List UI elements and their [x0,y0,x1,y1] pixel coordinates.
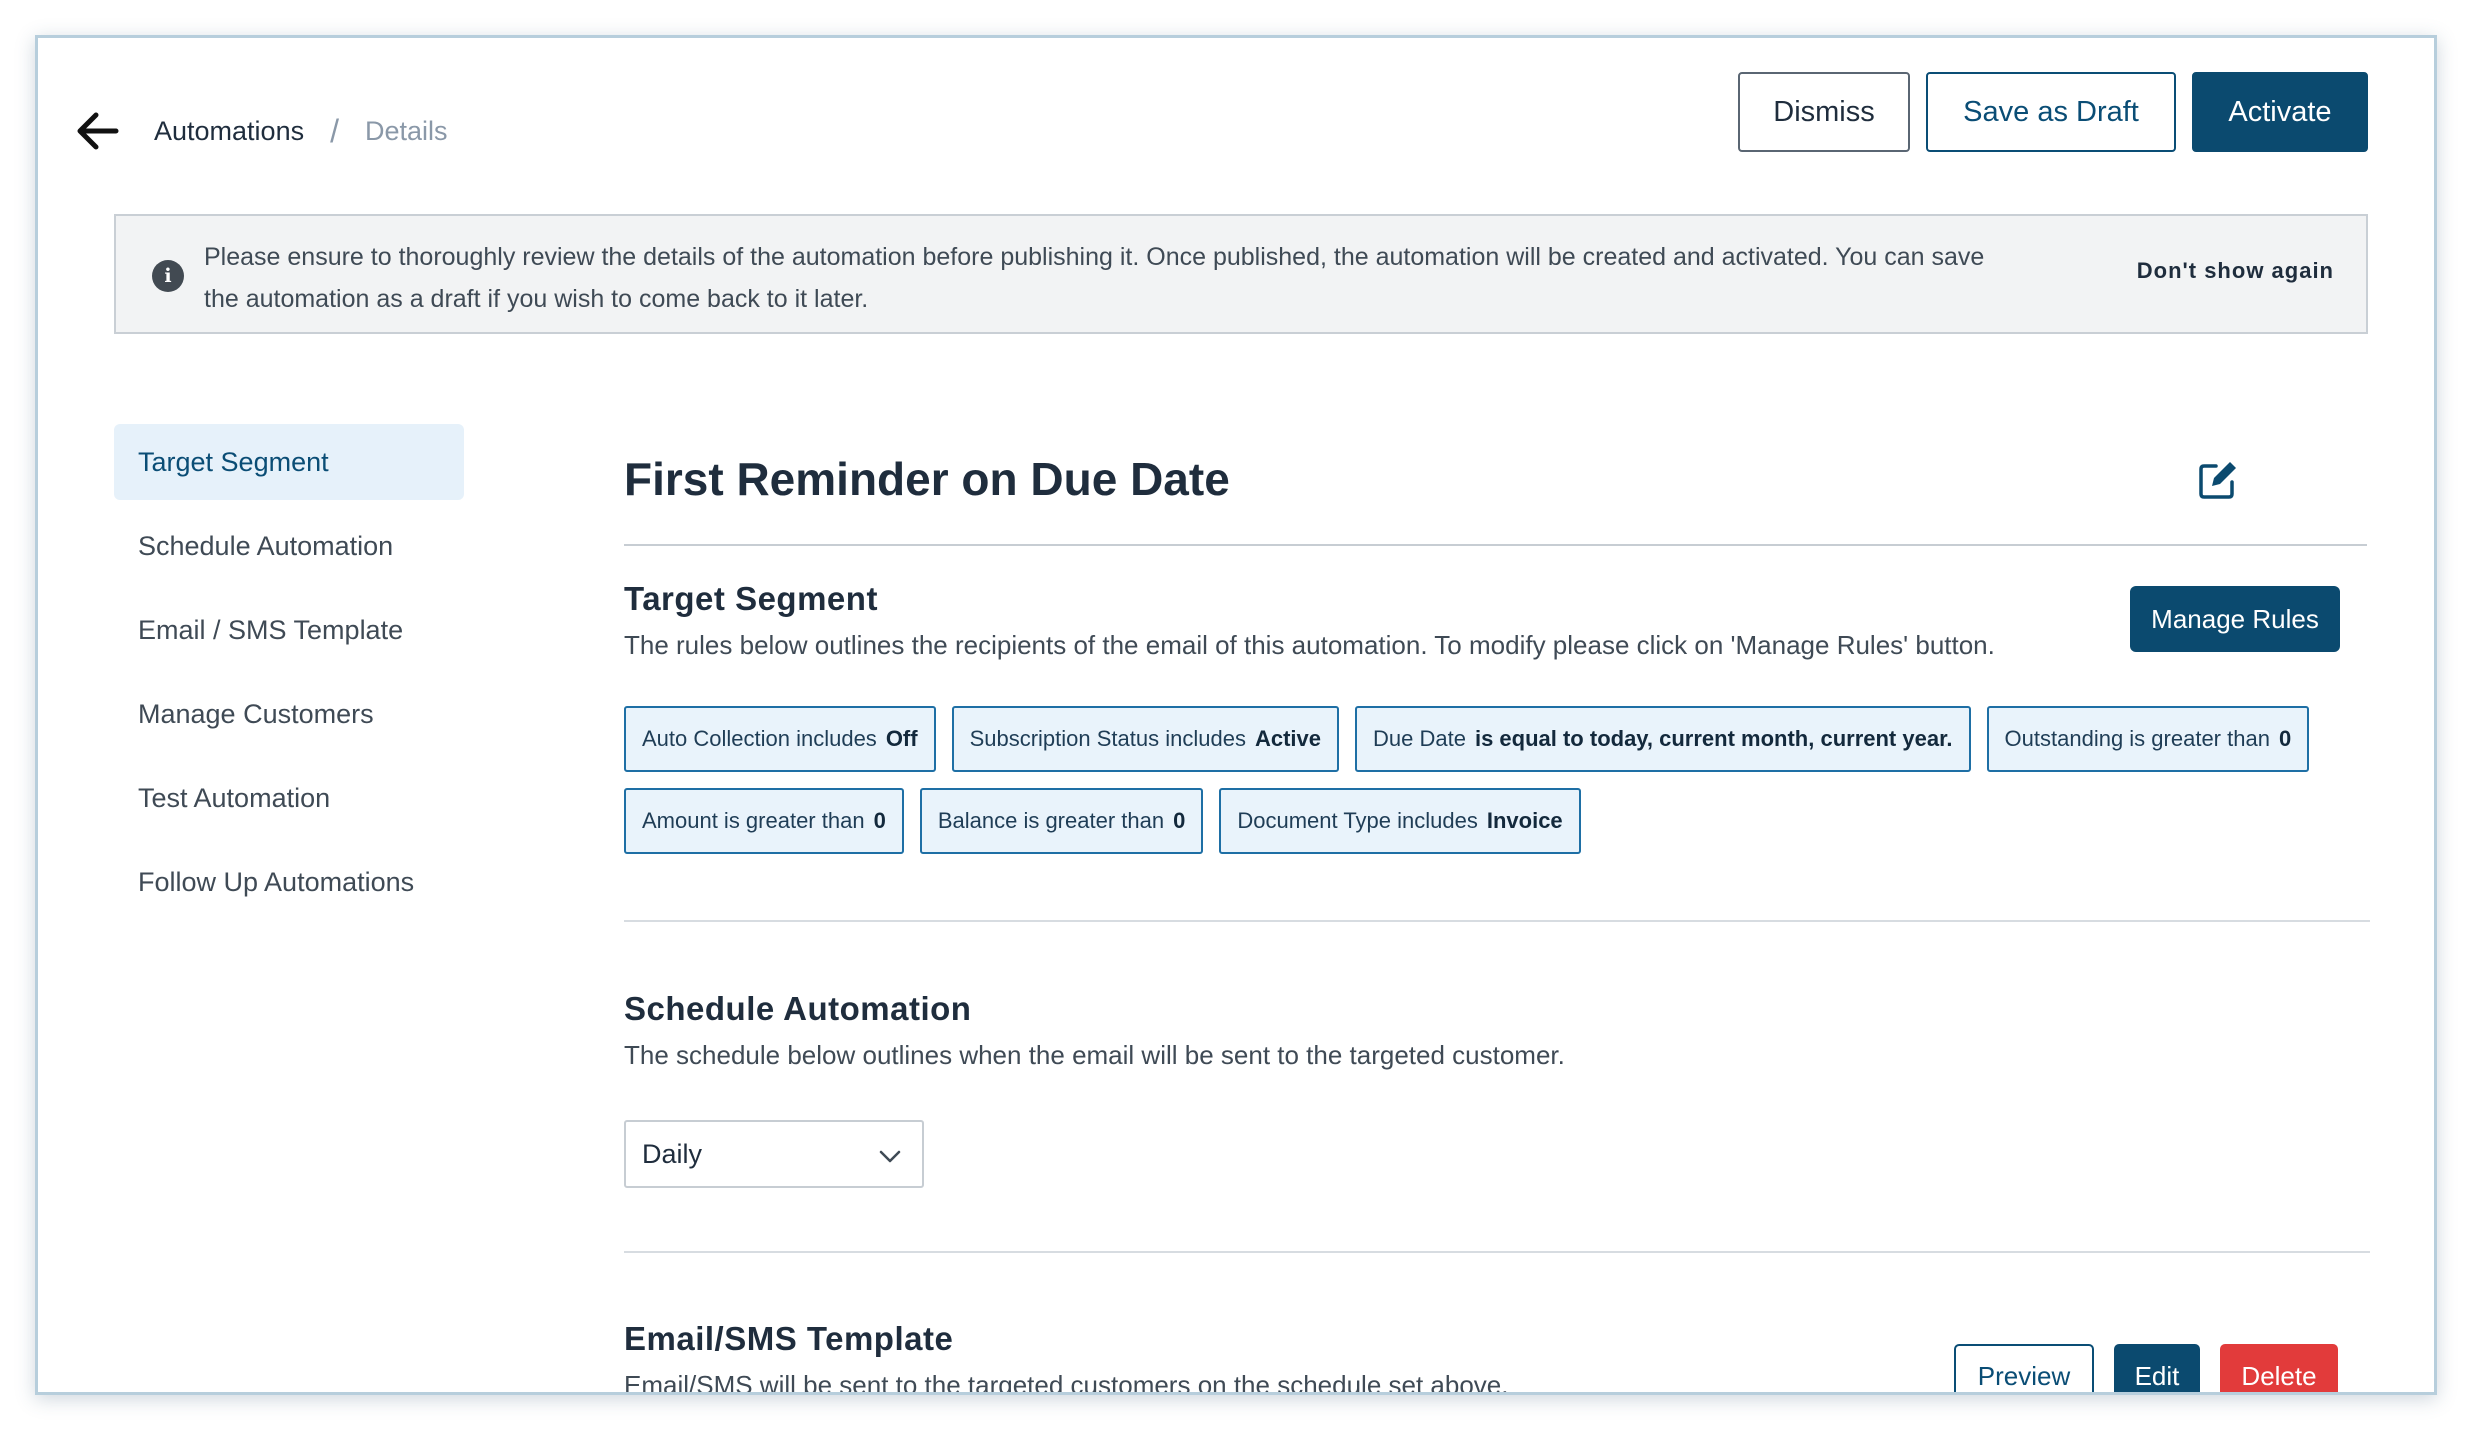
template-actions: Preview Edit Delete [1954,1344,2338,1392]
sidebar-item-manage-customers[interactable]: Manage Customers [114,676,464,752]
rule-chip-value: Off [885,726,918,751]
sidebar-item-follow-up-automations[interactable]: Follow Up Automations [114,844,464,920]
schedule-frequency-select[interactable]: Daily [624,1120,924,1188]
breadcrumb-details: Details [364,115,448,146]
save-draft-button[interactable]: Save as Draft [1926,72,2176,152]
target-segment-title: Target Segment [624,580,878,617]
breadcrumb: Automations / Details [154,110,448,152]
sidebar-item-schedule-automation[interactable]: Schedule Automation [114,508,464,584]
preview-button[interactable]: Preview [1954,1344,2094,1392]
rule-chip[interactable]: Document Type includes Invoice [1219,788,1581,854]
sidebar-nav: Target Segment Schedule Automation Email… [114,424,464,928]
rule-chip-value: 0 [873,808,886,833]
header-actions: Dismiss Save as Draft Activate [1738,72,2368,152]
rule-chip-value: is equal to today, current month, curren… [1474,726,1953,751]
page-title: First Reminder on Due Date [624,453,1230,505]
rule-chip-label: Amount is greater than [642,808,865,833]
manage-rules-button[interactable]: Manage Rules [2130,586,2340,652]
rule-chip-value: 0 [1173,808,1186,833]
info-banner: i Please ensure to thoroughly review the… [114,214,2368,334]
breadcrumb-automations[interactable]: Automations [154,116,304,147]
schedule-title: Schedule Automation [624,990,972,1027]
sidebar-item-target-segment[interactable]: Target Segment [114,424,464,500]
activate-button[interactable]: Activate [2192,72,2368,152]
edit-title-button[interactable] [2196,458,2240,502]
dismiss-button[interactable]: Dismiss [1738,72,1910,152]
template-title: Email/SMS Template [624,1320,954,1357]
dont-show-again-link[interactable]: Don't show again [2137,258,2334,284]
info-icon: i [152,260,184,292]
banner-text: Please ensure to thoroughly review the d… [204,243,1985,313]
rule-chip[interactable]: Due Date is equal to today, current mont… [1355,706,1971,772]
title-divider [624,544,2367,546]
rule-chip-value: Invoice [1486,808,1563,833]
delete-template-button[interactable]: Delete [2220,1344,2338,1392]
rule-chip-label: Document Type includes [1237,808,1478,833]
pencil-edit-icon [2199,462,2236,499]
rule-chip[interactable]: Amount is greater than 0 [624,788,904,854]
rule-chip[interactable]: Outstanding is greater than 0 [1986,706,2310,772]
schedule-frequency-value: Daily [642,1138,703,1169]
arrow-left-icon [77,112,119,150]
app-window: Automations / Details Dismiss Save as Dr… [35,35,2437,1395]
rule-chip-label: Due Date [1373,726,1466,751]
rule-chip-label: Auto Collection includes [642,726,877,751]
breadcrumb-separator: / [330,112,339,149]
schedule-description: The schedule below outlines when the ema… [624,1040,1565,1070]
sidebar-item-test-automation[interactable]: Test Automation [114,760,464,836]
rule-chip-value: Active [1254,726,1321,751]
chevron-down-icon [879,1150,901,1163]
rule-chip[interactable]: Auto Collection includes Off [624,706,936,772]
rule-chips: Auto Collection includes Off Subscriptio… [624,706,2370,870]
rule-chip-label: Outstanding is greater than [2004,726,2270,751]
template-description: Email/SMS will be sent to the targeted c… [624,1370,1509,1395]
rule-chip[interactable]: Balance is greater than 0 [919,788,1204,854]
target-segment-description: The rules below outlines the recipients … [624,630,1995,660]
rule-chip[interactable]: Subscription Status includes Active [951,706,1339,772]
section-divider [624,1251,2370,1253]
back-button[interactable] [70,104,124,158]
edit-template-button[interactable]: Edit [2114,1344,2200,1392]
rule-chip-value: 0 [2278,726,2292,751]
rule-chip-label: Subscription Status includes [969,726,1246,751]
section-divider [624,920,2370,922]
sidebar-item-email-sms-template[interactable]: Email / SMS Template [114,592,464,668]
rule-chip-label: Balance is greater than [937,808,1165,833]
